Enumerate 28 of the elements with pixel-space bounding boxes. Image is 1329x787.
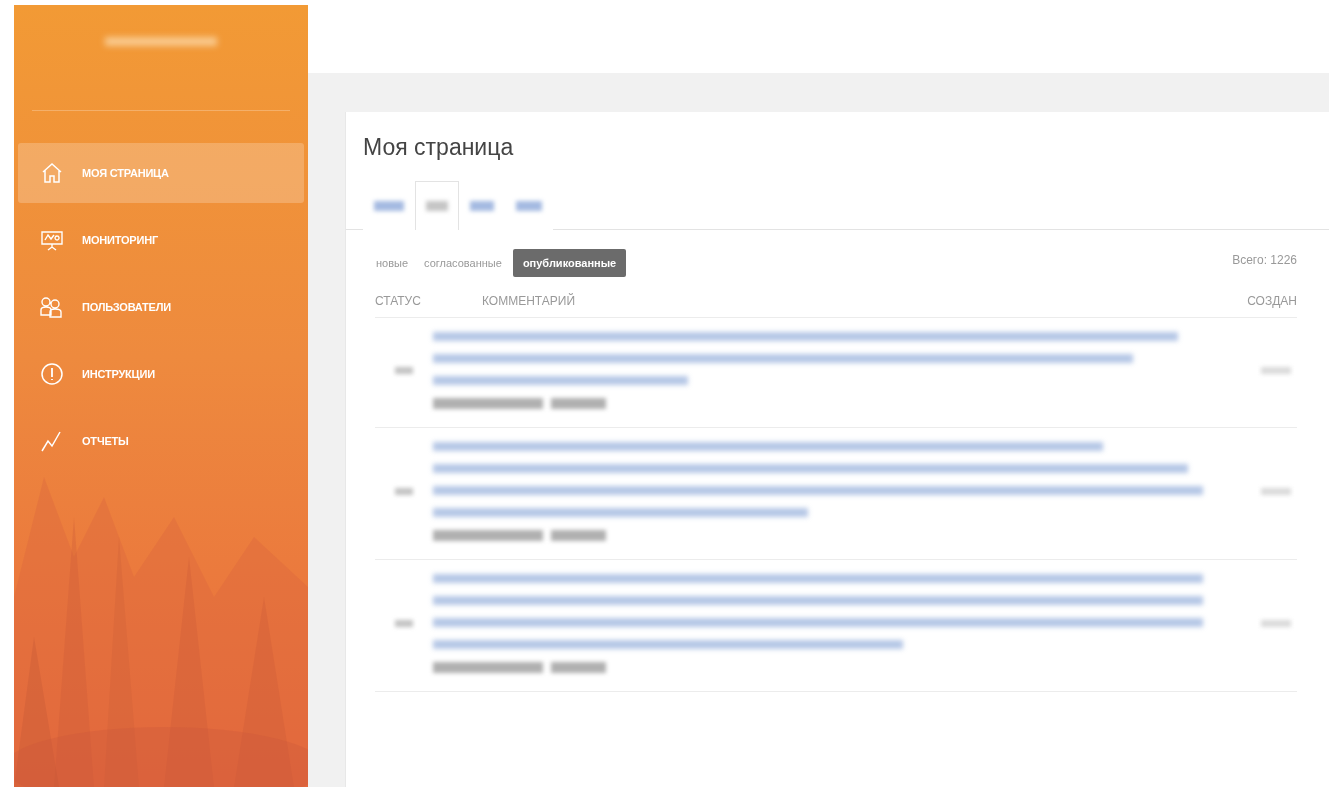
sidebar-item[interactable]: ПОЛЬЗОВАТЕЛИ <box>18 277 304 337</box>
total-count: Всего: 1226 <box>1232 253 1297 267</box>
blurred-date <box>1261 367 1291 374</box>
blurred-status <box>395 367 413 374</box>
blurred-tag <box>551 530 606 541</box>
blurred-date <box>1261 620 1291 627</box>
presentation-icon <box>40 228 64 252</box>
blurred-date <box>1261 488 1291 495</box>
page-title: Моя страница <box>363 134 515 161</box>
users-icon <box>40 295 64 319</box>
filter-button[interactable]: согласованные <box>419 249 507 277</box>
sidebar-item[interactable]: ОТЧЕТЫ <box>18 411 304 471</box>
blurred-tag <box>551 398 606 409</box>
sidebar-item[interactable]: ИНСТРУКЦИИ <box>18 344 304 404</box>
filter-button[interactable]: новые <box>371 249 414 277</box>
blurred-status <box>395 620 413 627</box>
blurred-tag <box>551 662 606 673</box>
column-header: СТАТУС <box>375 294 422 308</box>
column-header: СОЗДАН <box>1247 294 1297 308</box>
filter-button[interactable]: опубликованные <box>512 249 627 277</box>
tab[interactable] <box>415 181 459 230</box>
info-icon <box>40 362 64 386</box>
sidebar-item[interactable]: МОЯ СТРАНИЦА <box>18 143 304 203</box>
sidebar-item[interactable]: МОНИТОРИНГ <box>18 210 304 270</box>
home-icon <box>40 161 64 185</box>
column-header: КОММЕНТАРИЙ <box>482 294 577 308</box>
blurred-status <box>395 488 413 495</box>
line-chart-icon <box>40 429 64 453</box>
